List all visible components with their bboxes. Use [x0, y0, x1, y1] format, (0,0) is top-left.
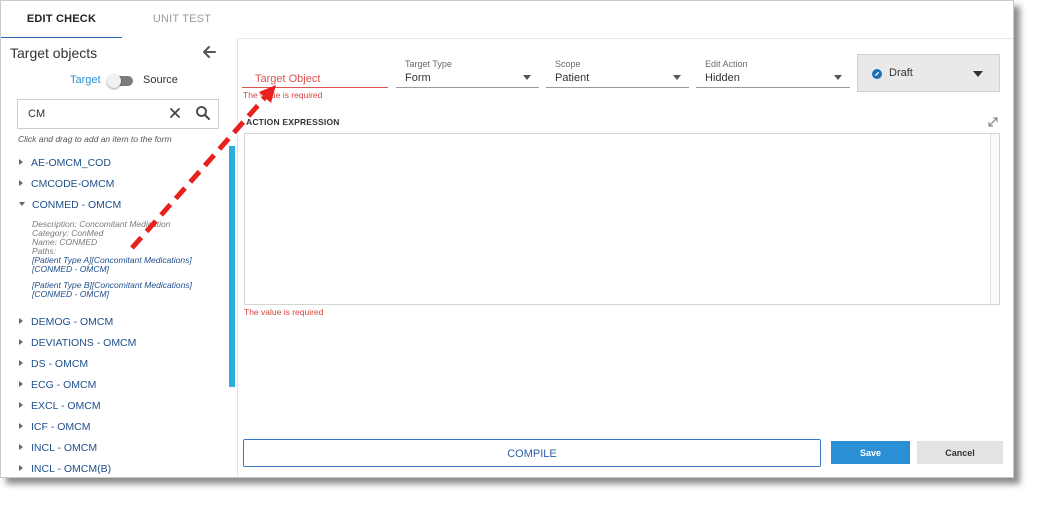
target-object-error: The value is required	[243, 90, 323, 100]
caret-right-icon[interactable]	[19, 318, 23, 324]
edit-action-label: Edit Action	[705, 59, 748, 69]
compile-button[interactable]: COMPILE	[243, 439, 821, 467]
target-objects-panel: Target objects Target Source Click and d…	[1, 38, 238, 477]
tree-item-label: INCL - OMCM	[31, 442, 98, 454]
caret-right-icon[interactable]	[19, 159, 23, 165]
search-box	[17, 99, 219, 129]
target-type-label: Target Type	[405, 59, 452, 69]
tree-item-ds-omcm[interactable]: DS - OMCM	[19, 358, 88, 372]
edit-action-value: Hidden	[705, 72, 740, 84]
action-expression-editor[interactable]	[244, 133, 1000, 305]
action-expression-label: ACTION EXPRESSION	[246, 117, 340, 127]
field-underline	[546, 87, 689, 88]
tree-item-conmed-omcm[interactable]: CONMED - OMCM	[19, 199, 121, 213]
tree-item-label: DEVIATIONS - OMCM	[31, 337, 137, 349]
target-source-switch[interactable]	[107, 74, 133, 88]
expression-error: The value is required	[244, 307, 324, 317]
caret-right-icon[interactable]	[19, 381, 23, 387]
field-underline	[696, 87, 850, 88]
tree-scrollbar[interactable]	[229, 146, 235, 387]
target-type-select[interactable]: Target Type Form	[396, 54, 539, 88]
edit-action-select[interactable]: Edit Action Hidden	[696, 54, 850, 88]
caret-right-icon[interactable]	[19, 423, 23, 429]
tree-item-icf-omcm[interactable]: ICF - OMCM	[19, 421, 91, 435]
tab-bar: EDIT CHECK UNIT TEST	[1, 1, 1013, 39]
dropdown-arrow-icon[interactable]	[523, 75, 531, 80]
tab-edit-check[interactable]: EDIT CHECK	[1, 1, 122, 39]
target-type-value: Form	[405, 72, 431, 84]
dropdown-arrow-icon[interactable]	[673, 75, 681, 80]
target-source-toggle-row: Target Source	[1, 73, 237, 89]
caret-down-icon[interactable]	[19, 202, 25, 206]
pencil-circle-icon	[872, 69, 882, 79]
cancel-button[interactable]: Cancel	[917, 441, 1003, 464]
search-input[interactable]	[28, 106, 158, 122]
caret-right-icon[interactable]	[19, 339, 23, 345]
tree-item-label: INCL - OMCM(B)	[31, 463, 112, 475]
scope-label: Scope	[555, 59, 581, 69]
target-object-input[interactable]	[242, 70, 388, 88]
tree-item-incl-omcm-b[interactable]: INCL - OMCM(B)	[19, 463, 111, 477]
edit-check-dialog: EDIT CHECK UNIT TEST Target objects Targ…	[0, 0, 1014, 478]
item-path-line[interactable]: [CONMED - OMCM]	[32, 289, 109, 300]
tree-item-cmcode-omcm[interactable]: CMCODE-OMCM	[19, 178, 114, 192]
arrow-left-icon[interactable]	[200, 43, 218, 61]
caret-right-icon[interactable]	[19, 402, 23, 408]
tree-item-incl-omcm[interactable]: INCL - OMCM	[19, 442, 97, 456]
tree-item-label: ECG - OMCM	[31, 379, 97, 391]
panel-title: Target objects	[10, 45, 98, 61]
edit-check-form: The value is required Target Type Form S…	[238, 38, 1013, 477]
caret-right-icon[interactable]	[19, 444, 23, 450]
tree-item-label: DEMOG - OMCM	[31, 316, 114, 328]
field-underline	[396, 87, 539, 88]
drag-hint: Click and drag to add an item to the for…	[18, 134, 172, 144]
toggle-label-source: Source	[143, 74, 178, 86]
item-path-line[interactable]: [CONMED - OMCM]	[32, 264, 109, 275]
caret-right-icon[interactable]	[19, 180, 23, 186]
toggle-label-target: Target	[70, 74, 101, 86]
tree-item-ae-omcm-cod[interactable]: AE-OMCM_COD	[19, 157, 111, 171]
switch-knob[interactable]	[107, 74, 121, 88]
search-icon[interactable]	[195, 105, 211, 121]
tree-item-ecg-omcm[interactable]: ECG - OMCM	[19, 379, 96, 393]
close-icon[interactable]	[168, 106, 182, 120]
save-button[interactable]: Save	[831, 441, 910, 464]
tree-item-label: EXCL - OMCM	[31, 400, 101, 412]
status-dropdown[interactable]: Draft	[857, 54, 1000, 92]
status-value: Draft	[889, 67, 913, 79]
tree-item-label: AE-OMCM_COD	[31, 157, 111, 169]
tree-item-demog-omcm[interactable]: DEMOG - OMCM	[19, 316, 113, 330]
caret-right-icon[interactable]	[19, 360, 23, 366]
scope-value: Patient	[555, 72, 590, 84]
dropdown-arrow-icon[interactable]	[834, 75, 842, 80]
tree-item-label: CONMED - OMCM	[32, 199, 122, 211]
tab-unit-test[interactable]: UNIT TEST	[122, 1, 242, 37]
chevron-down-icon[interactable]	[973, 71, 983, 77]
tree-item-deviations-omcm[interactable]: DEVIATIONS - OMCM	[19, 337, 136, 351]
scope-select[interactable]: Scope Patient	[546, 54, 689, 88]
tree-item-label: CMCODE-OMCM	[31, 178, 115, 190]
tree-item-label: DS - OMCM	[31, 358, 89, 370]
tree-item-excl-omcm[interactable]: EXCL - OMCM	[19, 400, 101, 414]
caret-right-icon[interactable]	[19, 465, 23, 471]
tree-item-label: ICF - OMCM	[31, 421, 91, 433]
expand-icon[interactable]	[987, 116, 999, 128]
editor-scrollbar[interactable]	[990, 134, 999, 304]
